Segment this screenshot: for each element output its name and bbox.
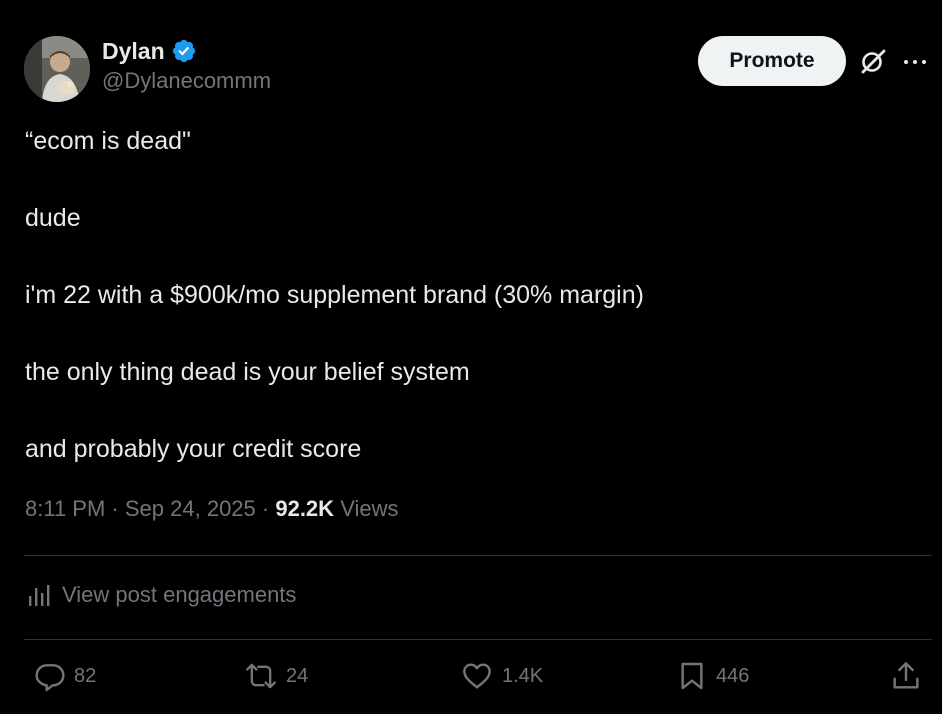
display-name[interactable]: Dylan (102, 38, 165, 65)
reply-button[interactable]: 82 (34, 660, 96, 692)
post-line: i'm 22 with a $900k/mo supplement brand … (25, 281, 644, 309)
heart-icon (463, 663, 491, 689)
promote-button[interactable]: Promote (698, 36, 846, 86)
bookmark-count: 446 (716, 664, 750, 687)
divider (24, 639, 932, 640)
like-count: 1.4K (502, 664, 544, 687)
views-label: Views (340, 496, 399, 521)
grok-icon[interactable] (858, 46, 888, 76)
meta-separator: · (255, 496, 276, 521)
post-time[interactable]: 8:11 PM (25, 496, 105, 521)
meta-separator: · (105, 496, 125, 521)
divider (24, 555, 932, 556)
post-text: “ecom is dead" dude i'm 22 with a $900k/… (25, 124, 905, 509)
share-icon (893, 662, 919, 689)
verified-badge-icon[interactable] (171, 38, 197, 64)
post-line: and probably your credit score (25, 435, 362, 463)
display-name-row: Dylan (102, 36, 271, 66)
view-engagements-label: View post engagements (62, 582, 297, 607)
view-engagements-link[interactable]: View post engagements (26, 582, 296, 608)
repost-icon (246, 663, 276, 689)
views-count: 92.2K (275, 496, 335, 521)
post-meta: 8:11 PM · Sep 24, 2025 · 92.2K Views (25, 496, 398, 522)
avatar[interactable] (24, 36, 90, 102)
avatar-image (24, 36, 90, 102)
post-line: dude (25, 204, 81, 232)
bookmark-icon (681, 662, 703, 690)
repost-count: 24 (286, 664, 309, 687)
share-button[interactable] (890, 660, 930, 692)
reply-icon (35, 664, 65, 692)
post: Dylan @Dylanecommm Promote “ecom is dead… (0, 0, 942, 714)
author-info: Dylan @Dylanecommm (102, 36, 271, 94)
handle[interactable]: @Dylanecommm (102, 68, 271, 94)
like-button[interactable]: 1.4K (460, 660, 543, 692)
post-line: the only thing dead is your belief syste… (25, 358, 470, 386)
more-icon[interactable] (902, 52, 928, 72)
post-date[interactable]: Sep 24, 2025 (125, 496, 256, 521)
repost-button[interactable]: 24 (244, 660, 308, 692)
reply-count: 82 (74, 664, 97, 687)
post-line: “ecom is dead" (25, 127, 191, 155)
analytics-icon (29, 585, 50, 606)
bookmark-button[interactable]: 446 (676, 660, 749, 692)
